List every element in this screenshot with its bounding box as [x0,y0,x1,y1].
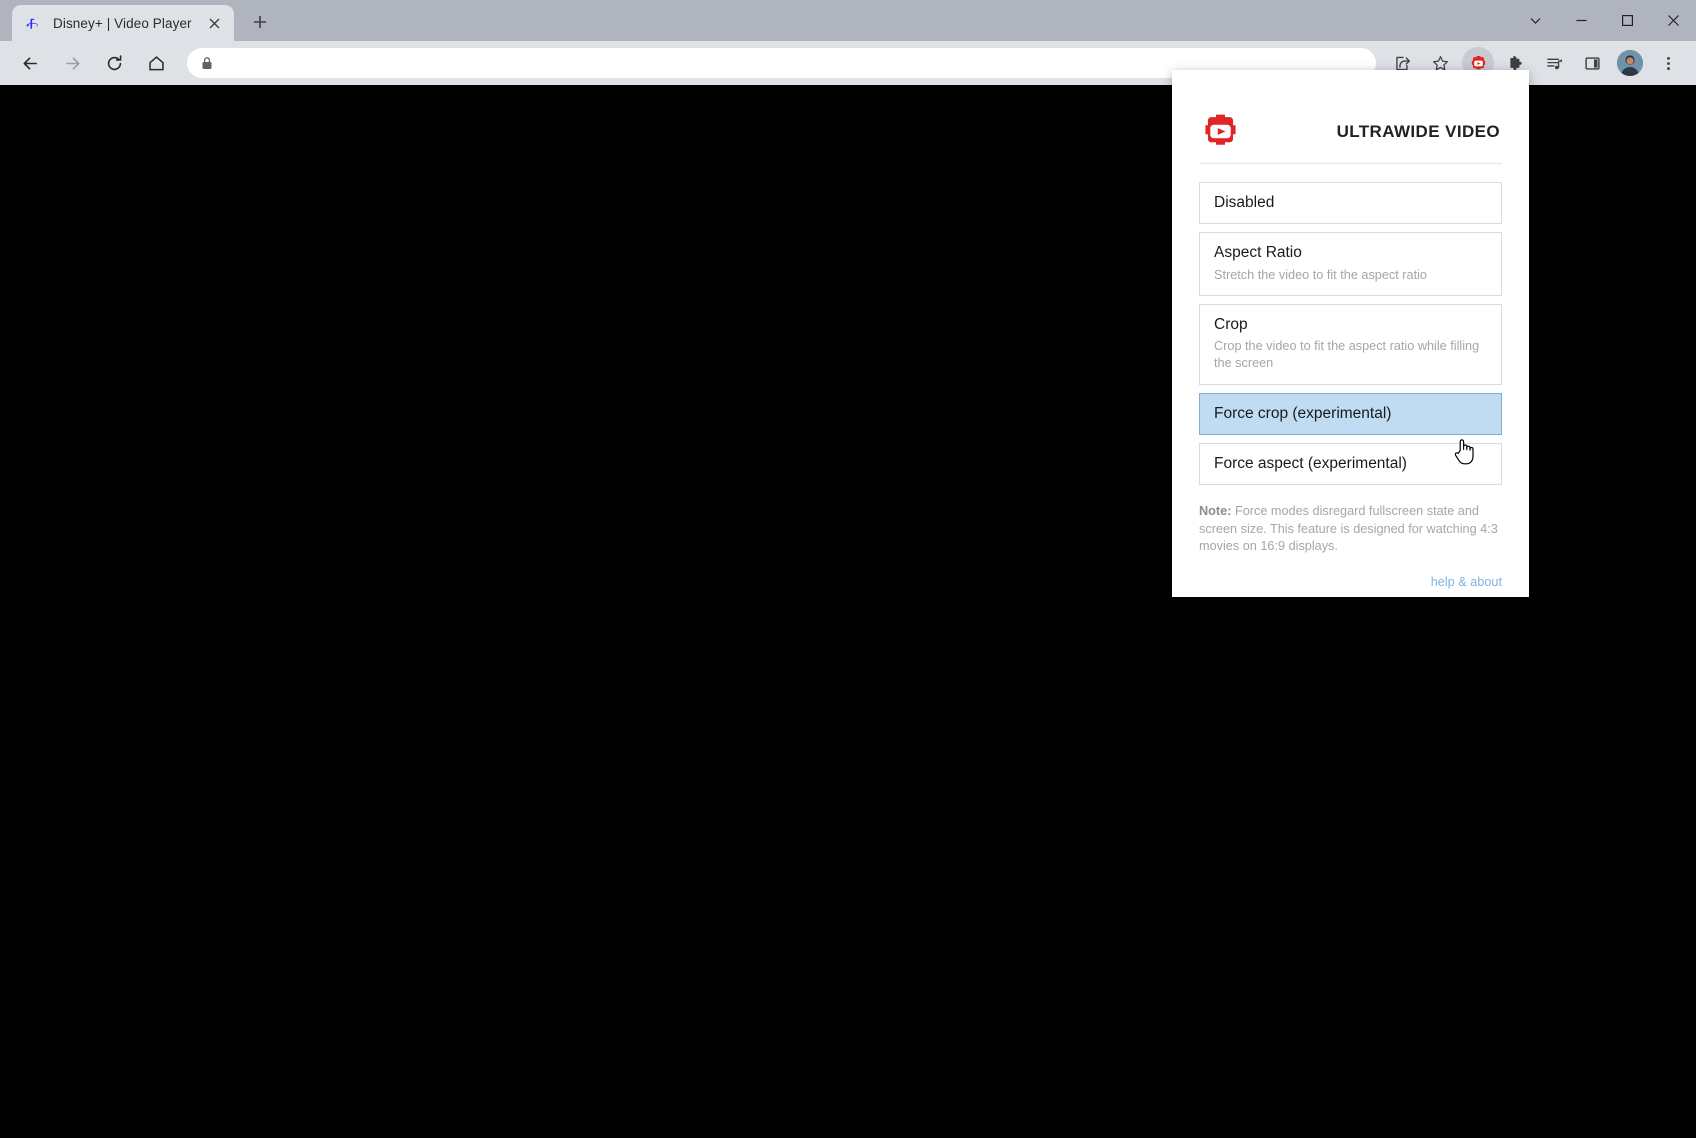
divider [1199,163,1502,164]
option-description: Crop the video to fit the aspect ratio w… [1214,339,1480,371]
maximize-icon[interactable] [1604,0,1650,41]
close-icon[interactable] [1650,0,1696,41]
back-button[interactable] [13,46,47,80]
popup-header: ULTRAWIDE VIDEO [1199,70,1502,163]
home-button[interactable] [139,46,173,80]
help-and-about-link[interactable]: help & about [1431,575,1502,589]
option-label: Force crop (experimental) [1214,404,1392,422]
ultrawide-video-popup: ULTRAWIDE VIDEO Disabled Aspect Ratio St… [1172,70,1529,597]
popup-note: Note: Force modes disregard fullscreen s… [1199,503,1502,556]
note-body: Force modes disregard fullscreen state a… [1199,504,1498,554]
forward-button[interactable] [55,46,89,80]
option-description: Stretch the video to fit the aspect rati… [1214,267,1427,282]
option-label: Disabled [1214,194,1275,211]
browser-window: Disney+ | Video Player ULTRAWIDE VIDEO D… [0,0,1696,1138]
kebab-menu-icon[interactable] [1652,47,1684,79]
new-tab-button[interactable] [243,5,277,39]
tab-title: Disney+ | Video Player [53,15,192,31]
mode-option-list: Disabled Aspect Ratio Stretch the video … [1199,182,1502,493]
page-title: ULTRAWIDE VIDEO [1336,121,1500,141]
reload-button[interactable] [97,46,131,80]
tab-strip: Disney+ | Video Player [0,0,277,41]
option-disabled[interactable]: Disabled [1199,182,1502,225]
lock-icon[interactable] [199,55,215,71]
option-label: Crop [1214,315,1248,333]
option-label: Aspect Ratio [1214,244,1302,262]
close-icon[interactable] [204,13,224,33]
disney-plus-favicon [25,15,42,32]
option-crop[interactable]: Crop Crop the video to fit the aspect ra… [1199,303,1502,385]
minimize-icon[interactable] [1558,0,1604,41]
option-force-aspect[interactable]: Force aspect (experimental) [1199,442,1502,486]
note-prefix: Note: [1199,504,1232,519]
browser-tab[interactable]: Disney+ | Video Player [12,5,234,41]
chevron-down-icon[interactable] [1512,0,1558,41]
avatar[interactable] [1617,50,1643,76]
option-force-crop[interactable]: Force crop (experimental) [1199,392,1502,435]
side-panel-icon[interactable] [1576,47,1608,79]
playlist-icon[interactable] [1538,47,1570,79]
popup-footer: help & about [1199,573,1502,591]
option-aspect-ratio[interactable]: Aspect Ratio Stretch the video to fit th… [1199,232,1502,296]
titlebar: Disney+ | Video Player [0,0,1696,41]
window-controls [1512,0,1696,41]
ultrawide-video-logo [1199,110,1242,153]
option-label: Force aspect (experimental) [1214,454,1407,472]
